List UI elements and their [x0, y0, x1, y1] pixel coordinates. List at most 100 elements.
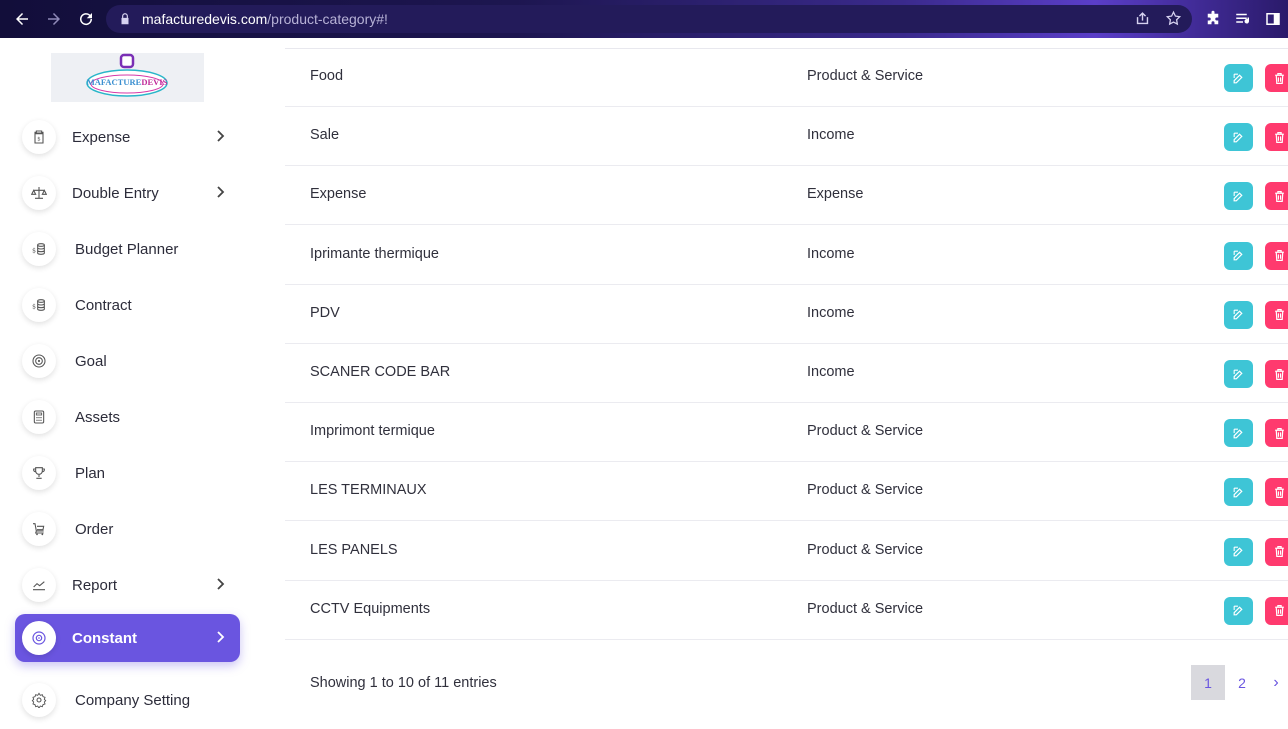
next-page-button[interactable]: ›: [1259, 665, 1288, 700]
sidebar-item-budget-planner[interactable]: $ Budget Planner: [15, 225, 240, 273]
category-name: CCTV Equipments: [310, 600, 431, 617]
trash-icon: [1273, 427, 1286, 440]
trash-icon: [1273, 368, 1286, 381]
category-type: Income: [807, 245, 855, 262]
sidebar-item-report[interactable]: Report: [15, 561, 240, 609]
pagination: 1 2 ›: [1191, 665, 1288, 700]
logo-image: MAFACTUREDEVIS: [86, 53, 168, 97]
delete-button[interactable]: [1265, 596, 1288, 625]
edit-button[interactable]: [1224, 300, 1253, 329]
sidebar-item-company-setting[interactable]: Company Setting: [15, 676, 240, 724]
back-button[interactable]: [6, 0, 38, 38]
category-name: SCANER CODE BAR: [310, 364, 451, 380]
category-type: Income: [807, 364, 855, 380]
sidebar-item-label: Budget Planner: [75, 240, 179, 258]
delete-button[interactable]: [1265, 300, 1288, 329]
edit-button[interactable]: [1224, 478, 1253, 507]
delete-button[interactable]: [1265, 478, 1288, 507]
trash-icon: [1273, 308, 1286, 321]
trash-icon: [1273, 131, 1286, 144]
sidebar-item-label: Company Setting: [75, 691, 191, 709]
forward-button[interactable]: [38, 0, 70, 38]
logo[interactable]: MAFACTUREDEVIS: [51, 53, 204, 102]
address-bar[interactable]: mafacturedevis.com/product-category#!: [106, 5, 1192, 33]
sidebar-item-label: Double Entry: [72, 184, 159, 202]
extensions-icon[interactable]: [1204, 10, 1222, 28]
table-row: LES TERMINAUX Product & Service: [285, 462, 1288, 522]
svg-text:$: $: [32, 247, 36, 254]
table-row: Expense Expense: [285, 166, 1288, 226]
chevron-right-icon: [217, 631, 225, 643]
category-type: Income: [807, 304, 855, 321]
category-name: PDV: [310, 304, 340, 321]
clipboard-dollar-icon: $: [22, 120, 56, 154]
reading-list-icon[interactable]: [1234, 10, 1252, 28]
url-host: mafacturedevis.com: [142, 11, 268, 27]
table-row: SCANER CODE BAR Income: [285, 344, 1288, 403]
delete-button[interactable]: [1265, 360, 1288, 388]
edit-button[interactable]: [1224, 596, 1253, 625]
edit-icon: [1232, 368, 1245, 381]
chevron-right-icon: [217, 130, 225, 142]
sidebar: MAFACTUREDEVIS $ Expense Double Entry $ …: [0, 38, 285, 729]
trash-icon: [1273, 72, 1286, 85]
delete-button[interactable]: [1265, 419, 1288, 448]
coins-icon: $: [22, 232, 56, 266]
sidebar-item-label: Assets: [75, 408, 121, 426]
trash-icon: [1273, 604, 1286, 617]
table-row: Sale Income: [285, 107, 1288, 167]
page-button-2[interactable]: 2: [1225, 665, 1259, 700]
sidebar-item-constant[interactable]: Constant: [15, 614, 240, 662]
edit-button[interactable]: [1224, 182, 1253, 211]
category-type: Product & Service: [807, 482, 924, 499]
main-content: Food Product & Service Sale Income Expense Ex…: [285, 38, 1288, 729]
edit-button[interactable]: [1224, 537, 1253, 566]
gear-icon: [22, 683, 56, 717]
category-name: Food: [310, 68, 344, 84]
cart-icon: [22, 512, 56, 546]
edit-button[interactable]: [1224, 241, 1253, 270]
sidebar-item-label: Plan: [75, 464, 106, 482]
edit-icon: [1232, 249, 1245, 262]
category-name: Imprimont termique: [310, 423, 435, 440]
category-name: LES TERMINAUX: [310, 482, 427, 499]
arrow-right-icon: [48, 13, 60, 25]
category-type: Product & Service: [807, 600, 924, 617]
edit-button[interactable]: [1224, 419, 1253, 448]
delete-button[interactable]: [1265, 123, 1288, 152]
delete-button[interactable]: [1265, 182, 1288, 211]
edit-button[interactable]: [1224, 64, 1253, 92]
trash-icon: [1273, 545, 1286, 558]
side-panel-icon[interactable]: [1264, 10, 1282, 28]
table-info: Showing 1 to 10 of 11 entries: [310, 675, 497, 691]
star-icon[interactable]: [1165, 10, 1182, 27]
reload-button[interactable]: [70, 0, 102, 38]
table-row: Imprimont termique Product & Service: [285, 403, 1288, 463]
category-type: Product & Service: [807, 541, 924, 558]
table-row: CCTV Equipments Product & Service: [285, 581, 1288, 640]
page-button-1[interactable]: 1: [1191, 665, 1225, 700]
table-row: LES PANELS Product & Service: [285, 522, 1288, 581]
edit-icon: [1232, 131, 1245, 144]
sidebar-item-expense[interactable]: $ Expense: [15, 113, 240, 161]
sidebar-item-double-entry[interactable]: Double Entry: [15, 169, 240, 217]
sidebar-item-order[interactable]: Order: [15, 505, 240, 553]
arrow-left-icon: [16, 13, 28, 25]
share-icon[interactable]: [1134, 10, 1151, 27]
sidebar-item-plan[interactable]: Plan: [15, 449, 240, 497]
sidebar-item-label: Constant: [72, 629, 137, 647]
sidebar-item-assets[interactable]: Assets: [15, 393, 240, 441]
edit-button[interactable]: [1224, 123, 1253, 152]
edit-icon: [1232, 190, 1245, 203]
svg-text:$: $: [32, 303, 36, 310]
disc-icon: [22, 621, 56, 655]
delete-button[interactable]: [1265, 241, 1288, 270]
edit-button[interactable]: [1224, 360, 1253, 388]
sidebar-item-contract[interactable]: $ Contract: [15, 281, 240, 329]
svg-text:MAFACTUREDEVIS: MAFACTUREDEVIS: [87, 77, 168, 87]
sidebar-item-goal[interactable]: Goal: [15, 337, 240, 385]
category-type: Expense: [807, 186, 864, 203]
edit-icon: [1232, 427, 1245, 440]
delete-button[interactable]: [1265, 64, 1288, 92]
delete-button[interactable]: [1265, 537, 1288, 566]
